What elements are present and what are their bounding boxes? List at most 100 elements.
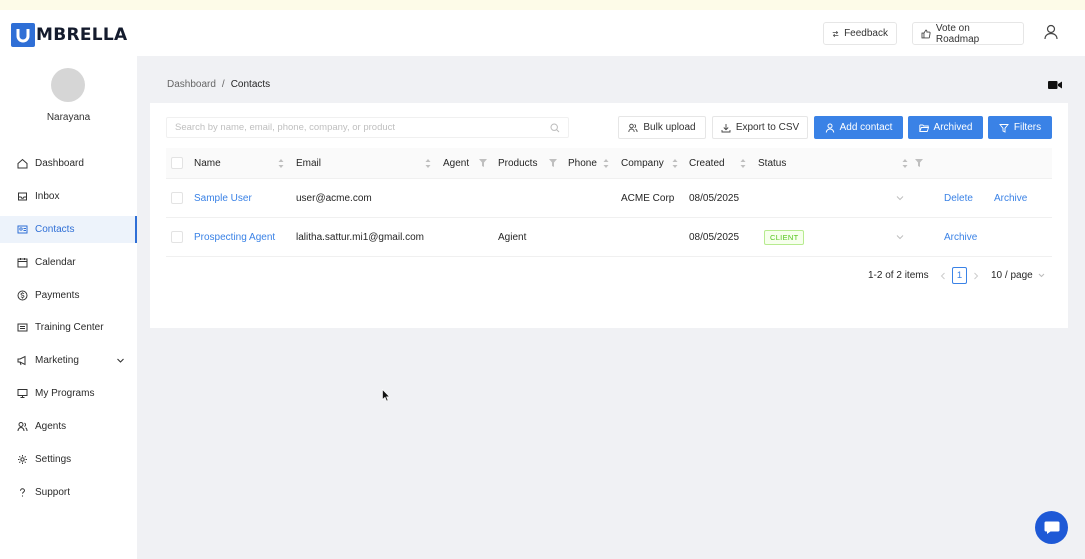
bulk-upload-button[interactable]: Bulk upload [618, 116, 706, 139]
download-icon [721, 123, 731, 132]
sort-icon[interactable] [603, 158, 609, 169]
chevron-down-icon [1038, 273, 1045, 278]
column-products[interactable]: Products [498, 148, 537, 179]
megaphone-icon [17, 355, 26, 366]
chat-launcher-button[interactable] [1035, 511, 1068, 544]
sidebar-item-calendar[interactable]: Calendar [0, 249, 137, 276]
swap-icon [832, 30, 839, 37]
archived-button[interactable]: Archived [908, 116, 983, 139]
archive-link[interactable]: Archive [944, 218, 977, 257]
contact-created: 08/05/2025 [689, 193, 740, 204]
feedback-button[interactable]: Feedback [823, 22, 897, 45]
sidebar-item-settings[interactable]: Settings [0, 446, 137, 473]
column-agent[interactable]: Agent [443, 148, 469, 179]
vote-roadmap-button[interactable]: Vote on Roadmap [912, 22, 1024, 45]
search-icon [550, 123, 560, 133]
bulk-upload-label: Bulk upload [643, 122, 696, 133]
column-email[interactable]: Email [296, 148, 321, 179]
column-phone[interactable]: Phone [568, 148, 597, 179]
sort-icon[interactable] [278, 158, 284, 169]
training-icon [17, 323, 28, 332]
sidebar-item-marketing[interactable]: Marketing [0, 347, 137, 374]
avatar[interactable] [51, 68, 85, 102]
select-all-checkbox[interactable] [171, 157, 183, 169]
sidebar-item-label: My Programs [35, 388, 95, 399]
export-csv-button[interactable]: Export to CSV [712, 116, 808, 139]
video-camera-icon[interactable] [1048, 80, 1062, 90]
user-name: Narayana [46, 112, 91, 123]
thumbs-up-icon [921, 29, 931, 38]
row-checkbox[interactable] [171, 231, 183, 243]
filter-icon[interactable] [915, 159, 923, 167]
prev-page-icon[interactable] [940, 272, 946, 280]
umbrella-u-icon [16, 29, 30, 43]
pagination-summary: 1-2 of 2 items [868, 270, 929, 281]
folder-open-icon [918, 124, 929, 132]
sidebar-item-payments[interactable]: Payments [0, 282, 137, 309]
breadcrumb-dashboard[interactable]: Dashboard [167, 79, 216, 90]
app-logo[interactable]: MBRELLA [11, 22, 128, 48]
sort-icon[interactable] [740, 158, 746, 169]
status-dropdown-icon[interactable] [896, 234, 904, 240]
sort-icon[interactable] [902, 158, 908, 169]
sidebar-item-support[interactable]: Support [0, 479, 137, 506]
archive-link[interactable]: Archive [994, 179, 1027, 218]
column-name[interactable]: Name [194, 148, 221, 179]
filter-icon[interactable] [479, 159, 487, 167]
filters-button[interactable]: Filters [988, 116, 1052, 139]
filter-icon[interactable] [549, 159, 557, 167]
contact-name-link[interactable]: Prospecting Agent [194, 218, 275, 257]
table-header: Name Email Agent Products Phone Company … [166, 148, 1052, 179]
contact-email: lalitha.sattur.mi1@gmail.com [296, 232, 424, 243]
agents-icon [17, 422, 28, 432]
sidebar-item-my-programs[interactable]: My Programs [0, 380, 137, 407]
sidebar-item-label: Calendar [35, 257, 76, 268]
table-row: Prospecting Agent lalitha.sattur.mi1@gma… [166, 218, 1052, 257]
sort-icon[interactable] [672, 158, 678, 169]
sidebar-item-contacts[interactable]: Contacts [0, 216, 137, 243]
archived-label: Archived [933, 122, 973, 133]
column-company[interactable]: Company [621, 148, 664, 179]
monitor-icon [17, 389, 28, 398]
sidebar-item-label: Settings [35, 454, 72, 465]
add-contact-button[interactable]: Add contact [814, 116, 903, 139]
row-checkbox[interactable] [171, 192, 183, 204]
column-status[interactable]: Status [758, 148, 786, 179]
sidebar-item-training-center[interactable]: Training Center [0, 314, 137, 341]
feedback-label: Feedback [844, 28, 888, 39]
status-dropdown-icon[interactable] [896, 195, 904, 201]
inbox-icon [18, 192, 27, 201]
filter-icon [998, 123, 1009, 133]
search-input[interactable]: Search by name, email, phone, company, o… [166, 117, 569, 138]
status-cell: CLIENT [764, 218, 805, 257]
contacts-icon [17, 225, 28, 234]
sidebar: Narayana Dashboard Inbox Contacts Calend… [0, 56, 137, 559]
add-contact-label: Add contact [839, 122, 893, 133]
contact-name-link[interactable]: Sample User [194, 179, 252, 218]
contact-created: 08/05/2025 [689, 232, 740, 243]
breadcrumb: Dashboard / Contacts [167, 79, 270, 90]
user-add-icon [825, 123, 834, 133]
brand-name: MBRELLA [36, 25, 128, 45]
page-size-select[interactable]: 10 / page [991, 267, 1045, 284]
contact-email: user@acme.com [296, 193, 372, 204]
breadcrumb-separator: / [221, 79, 225, 90]
sidebar-item-agents[interactable]: Agents [0, 413, 137, 440]
next-page-icon[interactable] [973, 272, 979, 280]
page-number-current[interactable]: 1 [952, 267, 967, 284]
column-created[interactable]: Created [689, 148, 725, 179]
users-icon [628, 123, 638, 132]
chevron-down-icon[interactable] [116, 356, 125, 365]
sidebar-item-inbox[interactable]: Inbox [0, 183, 137, 210]
sidebar-item-dashboard[interactable]: Dashboard [0, 150, 137, 177]
gear-icon [18, 455, 27, 464]
chat-icon [1044, 521, 1059, 534]
sidebar-item-label: Dashboard [35, 158, 84, 169]
delete-link[interactable]: Delete [944, 179, 973, 218]
status-badge: CLIENT [764, 230, 805, 245]
contact-products: Agient [498, 232, 527, 243]
user-profile-icon[interactable] [1043, 24, 1059, 40]
sort-icon[interactable] [425, 158, 431, 169]
sidebar-item-label: Support [35, 487, 71, 498]
mouse-cursor-icon [382, 389, 390, 402]
